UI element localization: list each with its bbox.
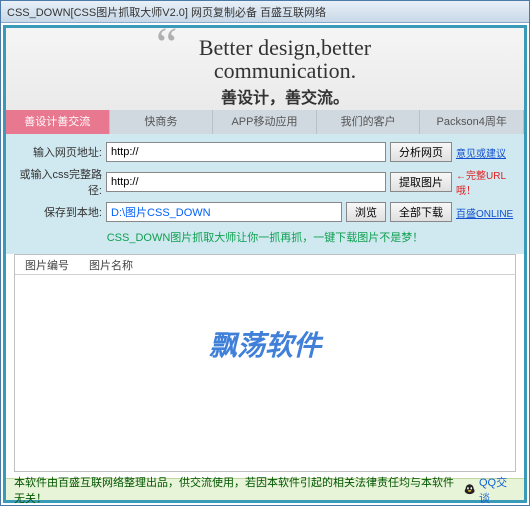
css-input[interactable] — [106, 172, 386, 192]
list-body[interactable]: 飘荡软件 — [15, 275, 515, 471]
titlebar: CSS_DOWN[CSS图片抓取大师V2.0] 网页复制必备 百盛互联网络 — [1, 1, 529, 23]
download-all-button[interactable]: 全部下载 — [390, 202, 452, 222]
url-label: 输入网页地址: — [16, 144, 106, 160]
banner-zh: 善设计，善交流。 — [46, 84, 524, 108]
analyze-button[interactable]: 分析网页 — [390, 142, 452, 162]
qq-label: QQ交谈 — [479, 474, 516, 506]
online-link[interactable]: 百盛ONLINE — [456, 205, 514, 220]
form-area: 输入网页地址: 分析网页 意见或建议 或输入css完整路径: 提取图片 ←完整U… — [6, 134, 524, 254]
css-hint: ←完整URL哦！ — [456, 167, 514, 197]
tab-app[interactable]: APP移动应用 — [213, 110, 317, 134]
list-area: 图片编号 图片名称 飘荡软件 — [14, 254, 516, 472]
quote-icon: “ — [156, 33, 177, 57]
banner-en-1: Better design,better — [46, 36, 524, 59]
banner-en-2: communication. — [46, 59, 524, 82]
tab-clients[interactable]: 我们的客户 — [317, 110, 421, 134]
footer-text: 本软件由百盛互联网络整理出品，供交流使用，若因本软件引起的相关法律责任均与本软件… — [14, 474, 463, 506]
save-input[interactable] — [106, 202, 342, 222]
tab-design[interactable]: 善设计善交流 — [6, 110, 110, 134]
slogan-text: CSS_DOWN图片抓取大师让你一抓再抓，一键下载图片不是梦！ — [16, 226, 514, 250]
watermark: 飘荡软件 — [209, 324, 321, 364]
banner: “ Better design,better communication. 善设… — [6, 28, 524, 110]
browse-button[interactable]: 浏览 — [346, 202, 386, 222]
extract-button[interactable]: 提取图片 — [390, 172, 452, 192]
qq-link[interactable]: QQ交谈 — [463, 474, 516, 506]
footer: 本软件由百盛互联网络整理出品，供交流使用，若因本软件引起的相关法律责任均与本软件… — [6, 478, 524, 500]
feedback-link[interactable]: 意见或建议 — [456, 145, 514, 160]
col-id: 图片编号 — [25, 257, 69, 273]
tab-packson[interactable]: Packson4周年 — [420, 110, 524, 134]
col-name: 图片名称 — [89, 257, 133, 273]
tab-bar: 善设计善交流 快商务 APP移动应用 我们的客户 Packson4周年 — [6, 110, 524, 134]
list-header: 图片编号 图片名称 — [15, 255, 515, 275]
css-label: 或输入css完整路径: — [16, 166, 106, 198]
tab-business[interactable]: 快商务 — [110, 110, 214, 134]
save-label: 保存到本地: — [16, 204, 106, 220]
url-input[interactable] — [106, 142, 386, 162]
qq-icon — [463, 483, 476, 497]
